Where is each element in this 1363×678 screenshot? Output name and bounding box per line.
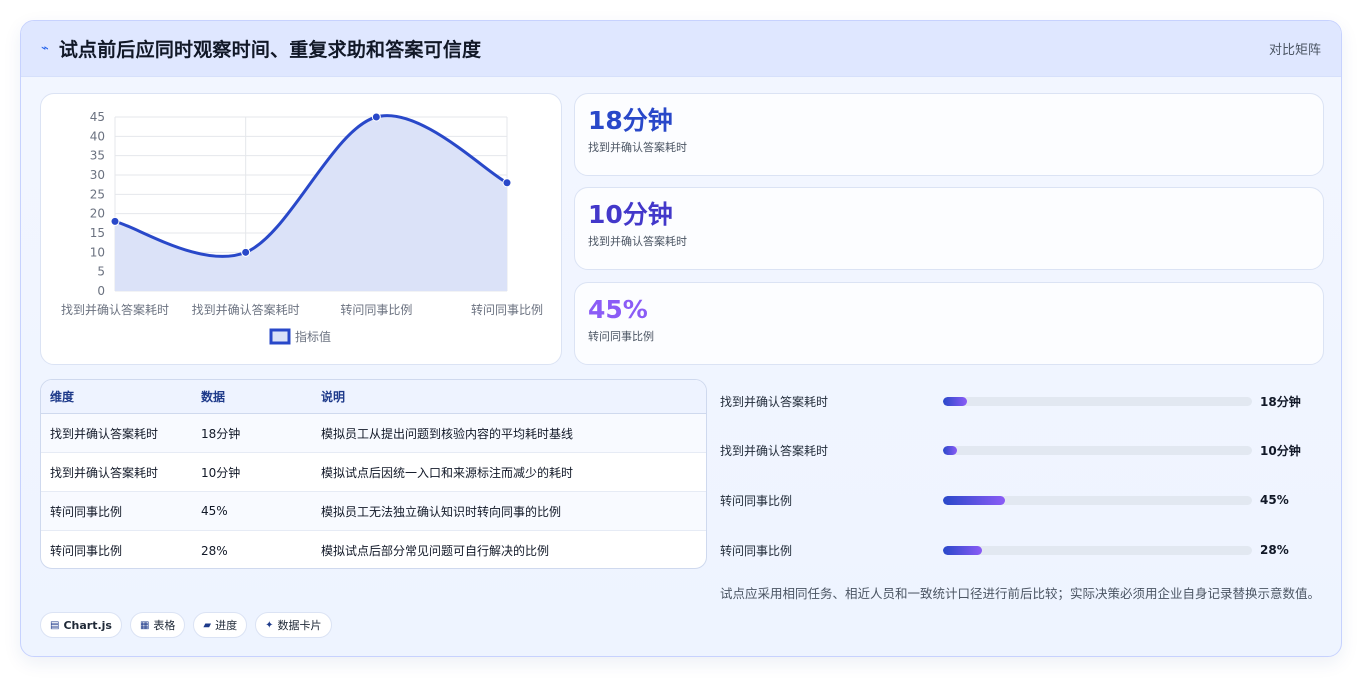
stat-card: 10分钟 找到并确认答案耗时 [574,187,1324,270]
progress-value: 28% [1260,543,1289,557]
progress-icon: ▰ [203,619,212,631]
table-cell: 模拟试点后部分常见问题可自行解决的比例 [321,544,550,558]
legend-label: 指标值 [295,329,331,344]
table-cell: 45% [201,504,228,518]
x-tick-label: 转问同事比例 [471,302,543,317]
table-cell: 转问同事比例 [50,544,123,558]
column-header: 数据 [201,390,226,404]
progress-label: 找到并确认答案耗时 [720,443,829,458]
table-row: 转问同事比例 28% 模拟试点后部分常见问题可自行解决的比例 [41,531,706,568]
data-point [371,112,381,122]
data-point [241,247,251,257]
progress-row: 转问同事比例 45% [720,490,1320,510]
tag-list: ▤ Chart.js ▦ 表格 ▰ 进度 ✦ 数据卡片 [40,612,332,638]
progress-row: 找到并确认答案耗时 18分钟 [720,391,1320,411]
table-header-row: 维度 数据 说明 [41,380,706,414]
column-header: 说明 [321,390,346,404]
data-point [502,178,512,188]
table-row: 转问同事比例 45% 模拟员工无法独立确认知识时转向同事的比例 [41,492,706,531]
progress-fill [943,545,982,555]
tag-progress[interactable]: ▰ 进度 [193,612,248,638]
y-tick-label: 40 [90,129,105,143]
comparison-matrix-link[interactable]: 对比矩阵 [1269,39,1321,58]
y-tick-label: 20 [90,207,105,221]
tag-label: 表格 [153,619,176,632]
table-row: 找到并确认答案耗时 18分钟 模拟员工从提出问题到核验内容的平均耗时基线 [41,414,706,453]
tag-chartjs[interactable]: ▤ Chart.js [40,612,122,638]
sparkle-icon: ✦ [265,619,274,631]
table-body: 找到并确认答案耗时 18分钟 模拟员工从提出问题到核验内容的平均耗时基线 找到并… [41,414,706,568]
progress-label: 转问同事比例 [720,543,793,558]
x-tick-label: 转问同事比例 [340,302,412,317]
tag-table[interactable]: ▦ 表格 [129,612,186,638]
y-tick-label: 35 [90,149,105,163]
table-cell: 10分钟 [201,465,241,480]
stat-card: 45% 转问同事比例 [574,282,1324,365]
y-tick-label: 15 [90,226,105,240]
y-tick-label: 45 [90,110,105,124]
table-cell: 模拟员工从提出问题到核验内容的平均耗时基线 [321,426,574,441]
panel-header: ⌁ 试点前后应同时观察时间、重复求助和答案可信度 对比矩阵 [21,21,1341,77]
progress-track [943,495,1252,505]
table-cell: 模拟试点后因统一入口和来源标注而减少的耗时 [321,465,574,480]
tag-label: Chart.js [63,618,112,632]
progress-row: 找到并确认答案耗时 10分钟 [720,440,1320,460]
table-cell: 找到并确认答案耗时 [50,426,159,441]
progress-fill [943,445,957,455]
table-icon: ▦ [139,619,150,631]
progress-track [943,396,1252,406]
line-chart: 0 5 10 15 20 25 30 35 40 45 找到并确认答案耗时 找到并确认答案耗时 转问同事… [61,110,543,345]
footnote-text: 试点应采用相同任务、相近人员和一致统计口径进行前后比较；实际决策必须用企业自身记… [720,586,1321,601]
table-row: 找到并确认答案耗时 10分钟 模拟试点后因统一入口和来源标注而减少的耗时 [41,453,706,492]
table-cell: 找到并确认答案耗时 [50,465,159,480]
x-tick-label: 找到并确认答案耗时 [192,302,300,317]
progress-value: 45% [1260,493,1289,507]
progress-fill [943,495,1005,505]
data-point [110,216,120,226]
stat-label: 找到并确认答案耗时 [588,141,687,154]
stat-label: 找到并确认答案耗时 [588,235,687,248]
progress-track [943,545,1252,555]
y-tick-label: 5 [97,265,105,279]
stat-value: 10分钟 [588,200,673,229]
progress-label: 转问同事比例 [720,493,793,508]
stat-value: 45% [588,295,648,324]
stat-card: 18分钟 找到并确认答案耗时 [574,93,1324,176]
progress-value: 18分钟 [1260,394,1301,409]
table-cell: 18分钟 [201,426,241,441]
table-cell: 28% [201,543,228,558]
y-tick-label: 10 [90,245,105,259]
y-tick-label: 30 [90,168,105,182]
dashboard-panel: ⌁ 试点前后应同时观察时间、重复求助和答案可信度 对比矩阵 0 5 10 15 20 25… [20,20,1342,657]
table-cell: 模拟员工无法独立确认知识时转向同事的比例 [321,504,562,519]
x-tick-label: 找到并确认答案耗时 [61,302,169,317]
progress-fill [943,396,968,406]
line-chart-card: 0 5 10 15 20 25 30 35 40 45 找到并确认答案耗时 找到并确认答案耗时 转问同事… [40,93,562,365]
y-tick-label: 0 [97,284,105,298]
legend-swatch [269,328,291,345]
progress-label: 找到并确认答案耗时 [720,394,829,409]
progress-row: 转问同事比例 28% [720,540,1320,560]
table-cell: 转问同事比例 [50,504,123,519]
y-tick-label: 25 [90,187,105,201]
column-header: 维度 [50,390,75,404]
stat-value: 18分钟 [588,106,673,135]
progress-value: 10分钟 [1260,443,1301,458]
data-table: 维度 数据 说明 找到并确认答案耗时 18分钟 模拟员工从提出问题到核验内容的平… [40,379,707,569]
stat-label: 转问同事比例 [588,330,654,343]
progress-track [943,445,1252,455]
chart-icon: ▤ [50,619,60,631]
tag-label: 进度 [215,619,238,632]
tag-label: 数据卡片 [277,619,322,632]
trend-icon: ⌁ [41,41,49,56]
page-title: 试点前后应同时观察时间、重复求助和答案可信度 [58,39,482,61]
tag-data-card[interactable]: ✦ 数据卡片 [255,612,332,638]
